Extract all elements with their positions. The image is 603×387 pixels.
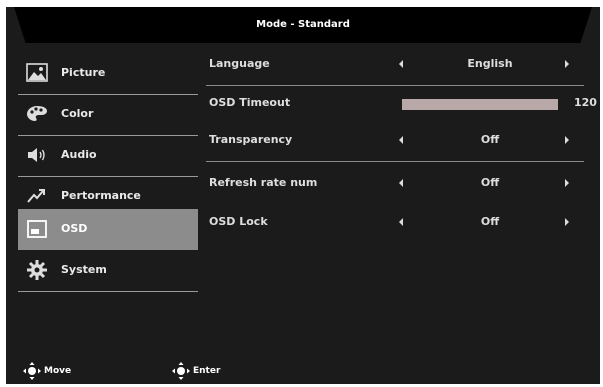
osd-icon xyxy=(27,220,47,238)
enter-joystick-icon xyxy=(172,361,190,380)
osd-timeout-label: OSD Timeout xyxy=(209,96,291,109)
arrow-left-icon[interactable] xyxy=(399,60,403,68)
speaker-icon xyxy=(28,148,45,162)
move-hint: Move xyxy=(22,357,71,384)
picture-icon xyxy=(26,63,48,82)
sidebar-item-label: Audio xyxy=(61,148,97,161)
enter-label: Enter xyxy=(193,365,221,376)
osd-lock-label: OSD Lock xyxy=(209,215,268,228)
sidebar-item-label: Picture xyxy=(61,66,106,79)
transparency-value: Off xyxy=(480,133,500,146)
arrow-left-icon[interactable] xyxy=(399,218,403,226)
sidebar-item-system[interactable]: System xyxy=(18,250,198,292)
osd-timeout-slider-fill xyxy=(402,99,558,110)
sidebar-item-picture[interactable]: Picture xyxy=(18,53,198,95)
osd-timeout-value: 120 xyxy=(574,96,597,109)
footer-hints: Move Enter xyxy=(6,357,600,384)
language-value: English xyxy=(467,57,513,70)
arrow-right-icon[interactable] xyxy=(565,218,569,226)
move-label: Move xyxy=(44,365,72,376)
performance-icon xyxy=(27,189,45,203)
divider xyxy=(206,161,584,162)
arrow-left-icon[interactable] xyxy=(399,179,403,187)
arrow-left-icon[interactable] xyxy=(399,136,403,144)
move-joystick-icon xyxy=(23,361,41,380)
gear-icon xyxy=(27,260,47,280)
language-row[interactable]: Language English xyxy=(206,44,594,84)
language-label: Language xyxy=(209,57,270,70)
sidebar-item-color[interactable]: Color xyxy=(18,94,198,136)
sidebar-item-audio[interactable]: Audio xyxy=(18,135,198,177)
palette-icon xyxy=(27,106,47,121)
sidebar: Picture Color Audio Pertormance OSD Syst… xyxy=(18,53,198,303)
refresh-rate-num-value: Off xyxy=(480,176,500,189)
arrow-right-icon[interactable] xyxy=(565,179,569,187)
osd-menu: Mode - Standard Picture Color Audio Pert… xyxy=(6,7,600,384)
refresh-rate-num-row[interactable]: Refresh rate num Off xyxy=(206,163,594,203)
arrow-right-icon[interactable] xyxy=(565,136,569,144)
sidebar-item-label: OSD xyxy=(61,222,88,235)
osd-lock-value: Off xyxy=(480,215,500,228)
enter-hint: Enter xyxy=(171,357,220,384)
sidebar-item-label: Color xyxy=(61,107,94,120)
menu-title: Mode - Standard xyxy=(256,19,350,30)
refresh-rate-num-label: Refresh rate num xyxy=(209,176,318,189)
osd-timeout-row[interactable]: OSD Timeout 120 xyxy=(206,83,597,123)
osd-lock-row[interactable]: OSD Lock Off xyxy=(206,202,594,242)
arrow-right-icon[interactable] xyxy=(565,60,569,68)
transparency-label: Transparency xyxy=(209,133,293,146)
sidebar-item-label: System xyxy=(61,263,107,276)
osd-timeout-slider[interactable] xyxy=(402,99,558,110)
transparency-row[interactable]: Transparency Off xyxy=(206,120,594,160)
sidebar-item-osd[interactable]: OSD xyxy=(18,209,198,250)
